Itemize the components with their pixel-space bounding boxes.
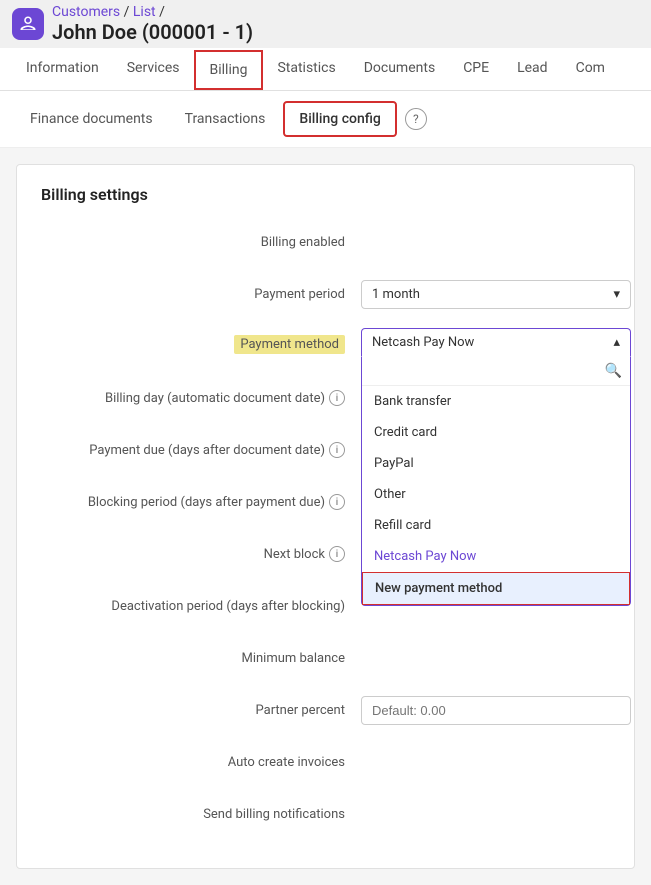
dropdown-search-box: 🔍 [362, 357, 630, 386]
breadcrumb-sep1: / [124, 4, 133, 20]
auto-create-invoices-label: Auto create invoices [41, 755, 361, 770]
breadcrumb-list[interactable]: List [133, 4, 156, 20]
payment-method-label-text: Payment method [234, 335, 345, 354]
tab-transactions[interactable]: Transactions [171, 103, 280, 135]
minimum-balance-label: Minimum balance [41, 651, 361, 666]
dropdown-item-paypal[interactable]: PayPal [362, 448, 630, 479]
dropdown-search-input[interactable] [370, 364, 605, 379]
payment-method-row: Payment method Netcash Pay Now ▴ 🔍 Bank … [41, 328, 610, 364]
partner-percent-input[interactable] [361, 696, 631, 725]
send-billing-notifications-label: Send billing notifications [41, 807, 361, 822]
chevron-down-icon: ▾ [613, 287, 620, 302]
payment-method-label: Payment method [41, 335, 361, 354]
tab-documents[interactable]: Documents [350, 48, 449, 90]
chevron-up-icon: ▴ [613, 335, 620, 350]
auto-create-invoices-row: Auto create invoices [41, 744, 610, 780]
tab-statistics[interactable]: Statistics [263, 48, 349, 90]
sub-tabs: Finance documents Transactions Billing c… [0, 91, 651, 148]
partner-percent-label: Partner percent [41, 703, 361, 718]
payment-period-label: Payment period [41, 287, 361, 302]
payment-due-info-icon[interactable]: i [329, 442, 345, 458]
billing-enabled-row: Billing enabled [41, 224, 610, 260]
breadcrumb: Customers / List / [52, 4, 253, 20]
payment-period-control: 1 month ▾ [361, 280, 631, 309]
section-title: Billing settings [41, 185, 610, 204]
billing-day-label: Billing day (automatic document date) i [41, 390, 361, 406]
payment-method-select[interactable]: Netcash Pay Now ▴ [361, 328, 631, 357]
deactivation-period-label: Deactivation period (days after blocking… [41, 599, 361, 614]
payment-due-label-text: Payment due (days after document date) [89, 443, 325, 458]
payment-method-value: Netcash Pay Now [372, 335, 474, 350]
dropdown-list: Bank transfer Credit card PayPal Other R… [362, 386, 630, 605]
tab-information[interactable]: Information [12, 48, 113, 90]
tab-billing[interactable]: Billing [194, 50, 264, 90]
tab-com[interactable]: Com [562, 48, 619, 90]
dropdown-item-bank-transfer[interactable]: Bank transfer [362, 386, 630, 417]
send-billing-notifications-row: Send billing notifications [41, 796, 610, 832]
payment-method-control: Netcash Pay Now ▴ 🔍 Bank transfer Credit… [361, 328, 631, 357]
dropdown-item-netcash[interactable]: Netcash Pay Now [362, 541, 630, 572]
breadcrumb-customers[interactable]: Customers [52, 4, 120, 20]
payment-period-value: 1 month [372, 287, 420, 302]
help-icon[interactable]: ? [405, 108, 427, 130]
partner-percent-row: Partner percent [41, 692, 610, 728]
minimum-balance-row: Minimum balance [41, 640, 610, 676]
top-bar: Customers / List / John Doe (000001 - 1) [0, 0, 651, 48]
tab-services[interactable]: Services [113, 48, 194, 90]
dropdown-item-credit-card[interactable]: Credit card [362, 417, 630, 448]
content-area: Billing settings Billing enabled Payment… [16, 164, 635, 869]
tab-lead[interactable]: Lead [503, 48, 561, 90]
payment-period-select[interactable]: 1 month ▾ [361, 280, 631, 309]
next-block-info-icon[interactable]: i [329, 546, 345, 562]
dropdown-menu: 🔍 Bank transfer Credit card PayPal Other… [361, 357, 631, 606]
blocking-period-label-text: Blocking period (days after payment due) [88, 495, 325, 510]
billing-day-label-text: Billing day (automatic document date) [105, 391, 325, 406]
dropdown-container: Netcash Pay Now ▴ 🔍 Bank transfer Credit… [361, 328, 631, 357]
tab-cpe[interactable]: CPE [449, 48, 503, 90]
tab-billing-config[interactable]: Billing config [283, 101, 396, 137]
app-icon [12, 8, 44, 40]
search-icon: 🔍 [605, 363, 622, 379]
next-block-label-text: Next block [264, 547, 325, 562]
dropdown-item-refill-card[interactable]: Refill card [362, 510, 630, 541]
page-title: John Doe (000001 - 1) [52, 20, 253, 44]
blocking-period-label: Blocking period (days after payment due)… [41, 494, 361, 510]
billing-day-info-icon[interactable]: i [329, 390, 345, 406]
billing-enabled-label: Billing enabled [41, 235, 361, 250]
dropdown-item-other[interactable]: Other [362, 479, 630, 510]
main-tabs: Information Services Billing Statistics … [0, 48, 651, 91]
tab-finance-documents[interactable]: Finance documents [16, 103, 167, 135]
payment-period-row: Payment period 1 month ▾ [41, 276, 610, 312]
next-block-label: Next block i [41, 546, 361, 562]
partner-percent-control [361, 696, 631, 725]
blocking-period-info-icon[interactable]: i [329, 494, 345, 510]
dropdown-item-new-payment-method[interactable]: New payment method [362, 572, 630, 605]
payment-due-label: Payment due (days after document date) i [41, 442, 361, 458]
breadcrumb-sep2: / [159, 4, 165, 20]
